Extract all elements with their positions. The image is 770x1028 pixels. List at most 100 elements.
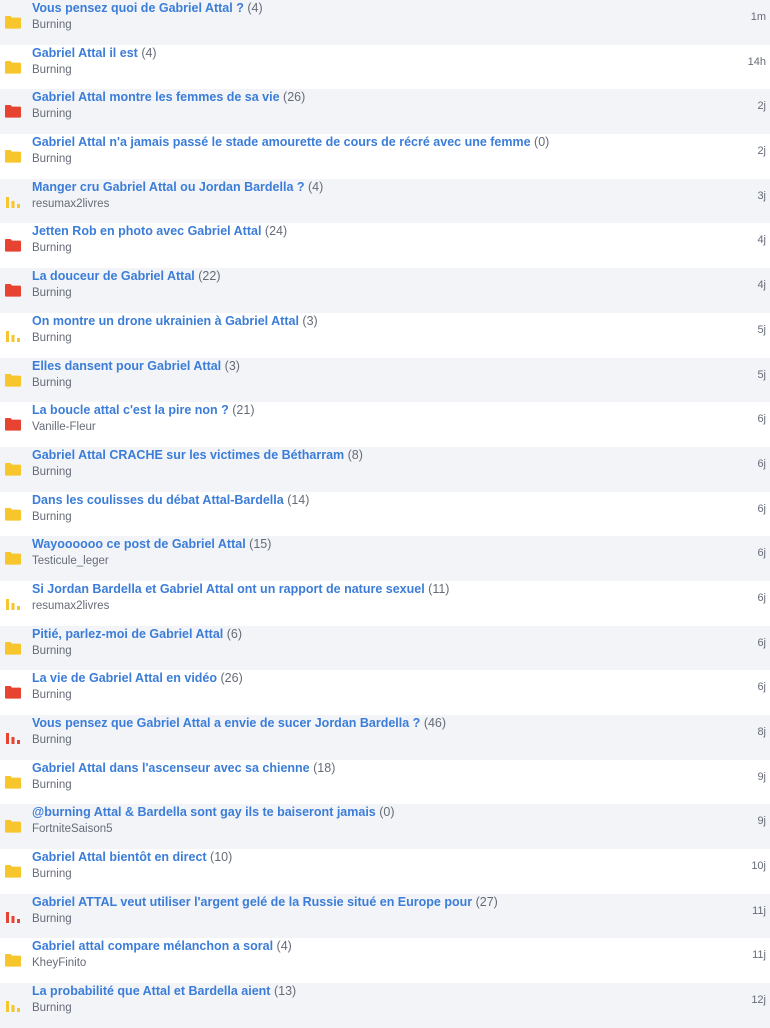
topic-title-link[interactable]: Gabriel attal compare mélanchon a soral (32, 939, 273, 953)
topic-reply-count: (4) (141, 45, 157, 60)
topic-reply-count: (14) (287, 492, 310, 507)
topic-row[interactable]: Gabriel Attal CRACHE sur les victimes de… (0, 446, 770, 492)
topic-title-link[interactable]: Elles dansent pour Gabriel Attal (32, 359, 221, 373)
topic-author[interactable]: Burning (32, 733, 72, 747)
topic-reply-count: (46) (423, 716, 447, 730)
topic-author[interactable]: Burning (32, 912, 72, 926)
topic-author[interactable]: Burning (32, 241, 72, 255)
topic-title-link[interactable]: La vie de Gabriel Attal en vidéo (32, 671, 217, 685)
topic-author[interactable]: Burning (32, 867, 72, 881)
topic-author[interactable]: Burning (32, 376, 72, 390)
topic-row[interactable]: Wayoooooo ce post de Gabriel Attal (15) T… (0, 536, 770, 581)
topic-row[interactable]: Gabriel Attal il est (4) Burning 14h (0, 44, 770, 90)
topic-title-link[interactable]: Gabriel Attal bientôt en direct (32, 850, 207, 864)
topic-author[interactable]: Burning (32, 107, 72, 121)
topic-title-link[interactable]: Si Jordan Bardella et Gabriel Attal ont … (32, 582, 425, 596)
topic-title-line: Gabriel Attal bientôt en direct (10) (32, 849, 680, 865)
topic-row[interactable]: Gabriel Attal dans l'ascenseur avec sa c… (0, 759, 770, 805)
topic-author[interactable]: Burning (32, 688, 72, 702)
topic-row[interactable]: @burning Attal & Bardella sont gay ils t… (0, 804, 770, 850)
topic-title-link[interactable]: Vous pensez quoi de Gabriel Attal ? (32, 1, 244, 15)
topic-author[interactable]: Burning (32, 331, 72, 345)
topic-author[interactable]: Burning (32, 465, 72, 479)
topic-author[interactable]: Testicule_leger (32, 554, 109, 568)
folder-yellow-icon (5, 641, 21, 655)
topic-row[interactable]: Pitié, parlez-moi de Gabriel Attal (6) Bu… (0, 625, 770, 671)
topic-title-link[interactable]: Dans les coulisses du débat Attal-Bardel… (32, 493, 284, 507)
topic-row[interactable]: Elles dansent pour Gabriel Attal (3) Burn… (0, 357, 770, 403)
topic-author[interactable]: FortniteSaison5 (32, 822, 113, 836)
topic-author[interactable]: Burning (32, 18, 72, 32)
poll-red-icon (5, 730, 21, 744)
topic-title-link[interactable]: Gabriel Attal n'a jamais passé le stade … (32, 135, 531, 149)
topic-row[interactable]: Manger cru Gabriel Attal ou Jordan Barde… (0, 178, 770, 224)
topic-date: 12j (751, 994, 766, 1007)
folder-red-icon (5, 685, 21, 699)
topic-row[interactable]: La douceur de Gabriel Attal (22) Burning 4… (0, 268, 770, 313)
topic-reply-count: (4) (276, 939, 292, 954)
topic-row[interactable]: Vous pensez que Gabriel Attal a envie de… (0, 715, 770, 760)
topic-title-line: Dans les coulisses du débat Attal-Bardel… (32, 492, 680, 508)
topic-title-link[interactable]: La boucle attal c'est la pire non ? (32, 403, 229, 417)
folder-yellow-icon (5, 462, 21, 476)
folder-yellow-icon (5, 149, 21, 163)
topic-row[interactable]: Vous pensez quoi de Gabriel Attal ? (4) B… (0, 0, 770, 45)
topic-title-line: Wayoooooo ce post de Gabriel Attal (15) (32, 536, 680, 552)
topic-row[interactable]: On montre un drone ukrainien à Gabriel A… (0, 312, 770, 358)
folder-red-icon (5, 238, 21, 253)
topic-author[interactable]: Burning (32, 510, 72, 524)
topic-row[interactable]: Dans les coulisses du débat Attal-Bardel… (0, 491, 770, 537)
topic-author[interactable]: resumax2livres (32, 197, 109, 211)
topic-row[interactable]: Gabriel Attal n'a jamais passé le stade … (0, 134, 770, 179)
topic-title-link[interactable]: Vous pensez que Gabriel Attal a envie de… (32, 716, 420, 730)
topic-title-link[interactable]: La douceur de Gabriel Attal (32, 269, 195, 283)
topic-author[interactable]: Burning (32, 286, 72, 300)
topic-title-link[interactable]: Gabriel Attal montre les femmes de sa vi… (32, 90, 280, 104)
topic-row[interactable]: Gabriel Attal montre les femmes de sa vi… (0, 89, 770, 135)
topic-date: 8j (757, 726, 766, 738)
poll-yellow-icon (5, 194, 21, 208)
topic-author[interactable]: resumax2livres (32, 599, 109, 613)
topic-date: 11j (752, 904, 766, 917)
topic-row[interactable]: La boucle attal c'est la pire non ? (21)… (0, 402, 770, 447)
topic-row[interactable]: Gabriel ATTAL veut utiliser l'argent gel… (0, 893, 770, 939)
topic-row[interactable]: La probabilité que Attal et Bardella aie… (0, 983, 770, 1028)
topic-row[interactable]: Jetten Rob en photo avec Gabriel Attal (… (0, 223, 770, 269)
topic-row[interactable]: Gabriel attal compare mélanchon a soral … (0, 938, 770, 984)
topic-title-link[interactable]: On montre un drone ukrainien à Gabriel A… (32, 314, 299, 328)
topic-author[interactable]: Vanille-Fleur (32, 420, 96, 434)
topic-title-link[interactable]: Manger cru Gabriel Attal ou Jordan Barde… (32, 180, 305, 194)
topic-row[interactable]: Gabriel Attal bientôt en direct (10) Burn… (0, 849, 770, 894)
topic-author[interactable]: Burning (32, 778, 72, 792)
topic-author[interactable]: Burning (32, 63, 72, 77)
topic-title-line: Manger cru Gabriel Attal ou Jordan Barde… (32, 179, 680, 195)
topic-reply-count: (4) (308, 179, 324, 194)
topic-title-line: Gabriel Attal il est (4) (32, 45, 680, 61)
topic-date: 6j (757, 547, 766, 560)
topic-date: 6j (757, 457, 766, 470)
topic-date: 5j (757, 368, 766, 381)
topic-date: 4j (757, 234, 766, 247)
topic-title-link[interactable]: Wayoooooo ce post de Gabriel Attal (32, 537, 246, 551)
topic-author[interactable]: KheyFinito (32, 956, 86, 970)
poll-yellow-icon (5, 998, 21, 1013)
topic-row[interactable]: Si Jordan Bardella et Gabriel Attal ont … (0, 580, 770, 626)
topic-title-link[interactable]: Jetten Rob en photo avec Gabriel Attal (32, 224, 261, 238)
topic-title-link[interactable]: Gabriel Attal CRACHE sur les victimes de… (32, 448, 344, 462)
topic-title-line: @burning Attal & Bardella sont gay ils t… (32, 804, 680, 820)
topic-date: 6j (757, 591, 766, 604)
topic-title-link[interactable]: Gabriel Attal dans l'ascenseur avec sa c… (32, 761, 310, 775)
topic-reply-count: (6) (226, 626, 243, 641)
poll-yellow-icon (5, 328, 21, 342)
folder-yellow-icon (5, 953, 21, 968)
topic-author[interactable]: Burning (32, 1001, 72, 1015)
topic-title-link[interactable]: Gabriel ATTAL veut utiliser l'argent gel… (32, 895, 472, 909)
topic-title-link[interactable]: La probabilité que Attal et Bardella aie… (32, 984, 270, 998)
topic-title-link[interactable]: @burning Attal & Bardella sont gay ils t… (32, 805, 376, 819)
folder-yellow-icon (5, 60, 21, 74)
topic-author[interactable]: Burning (32, 152, 72, 166)
topic-row[interactable]: La vie de Gabriel Attal en vidéo (26) Bur… (0, 670, 770, 715)
topic-title-link[interactable]: Gabriel Attal il est (32, 46, 138, 60)
topic-author[interactable]: Burning (32, 644, 72, 658)
topic-title-link[interactable]: Pitié, parlez-moi de Gabriel Attal (32, 627, 223, 641)
